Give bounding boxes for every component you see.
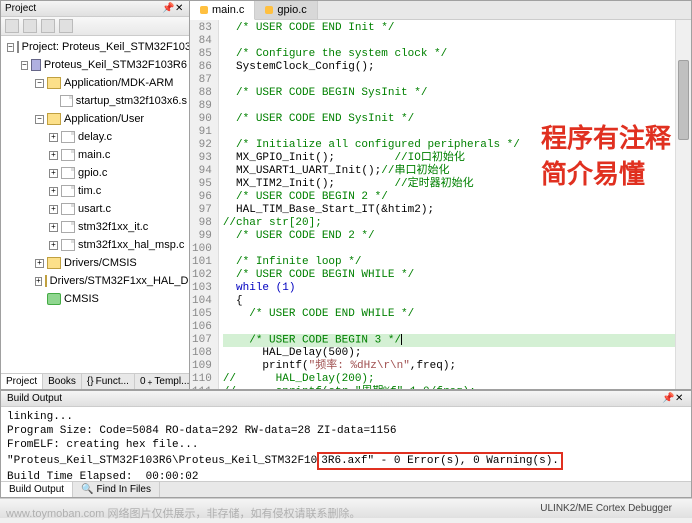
pin-icon[interactable]: 📌 bbox=[662, 393, 672, 403]
file-icon bbox=[61, 221, 75, 233]
tree-file[interactable]: +tim.c bbox=[3, 182, 187, 200]
toolbar-btn[interactable] bbox=[23, 19, 37, 33]
tab-build-output[interactable]: Build Output bbox=[1, 482, 73, 497]
project-sidebar: Project 📌 ✕ −Project: Proteus_Keil_STM32… bbox=[0, 0, 190, 390]
tree-file[interactable]: +main.c bbox=[3, 146, 187, 164]
sidebar-title: Project bbox=[5, 3, 36, 14]
toolbar-btn[interactable] bbox=[59, 19, 73, 33]
tab-templates[interactable]: 0+ Templ... bbox=[135, 374, 195, 389]
editor-tab-main[interactable]: main.c bbox=[190, 1, 255, 20]
file-icon bbox=[200, 6, 208, 14]
folder-icon bbox=[47, 77, 61, 89]
tree-target[interactable]: −Proteus_Keil_STM32F103R6 bbox=[3, 56, 187, 74]
tree-file[interactable]: +stm32f1xx_it.c bbox=[3, 218, 187, 236]
sidebar-header: Project 📌 ✕ bbox=[1, 1, 189, 17]
tree-cmsis[interactable]: CMSIS bbox=[3, 290, 187, 308]
project-icon bbox=[17, 41, 19, 53]
tree-group[interactable]: +Drivers/CMSIS bbox=[3, 254, 187, 272]
file-icon bbox=[61, 203, 75, 215]
toolbar-btn[interactable] bbox=[41, 19, 55, 33]
close-icon[interactable]: ✕ bbox=[675, 393, 685, 403]
tab-find-in-files[interactable]: 🔍 Find In Files bbox=[73, 482, 160, 497]
watermark: www.toymoban.com 网络图片仅供展示，非存储，如有侵权请联系删除。 bbox=[6, 505, 360, 521]
tree-group[interactable]: −Application/MDK-ARM bbox=[3, 74, 187, 92]
file-icon bbox=[61, 131, 75, 143]
line-gutter: 8384858687888990919293949596979899100101… bbox=[190, 20, 219, 389]
file-icon bbox=[265, 6, 273, 14]
cmsis-icon bbox=[47, 293, 61, 305]
file-icon bbox=[61, 239, 75, 251]
tab-project[interactable]: Project bbox=[1, 374, 43, 389]
file-icon bbox=[61, 167, 75, 179]
editor-tab-gpio[interactable]: gpio.c bbox=[255, 1, 317, 19]
tab-functions[interactable]: {} Funct... bbox=[82, 374, 135, 389]
tree-group[interactable]: −Application/User bbox=[3, 110, 187, 128]
tab-books[interactable]: Books bbox=[43, 374, 82, 389]
tree-file[interactable]: +gpio.c bbox=[3, 164, 187, 182]
code-content[interactable]: /* USER CODE END Init */ /* Configure th… bbox=[219, 20, 691, 389]
debugger-status: ULINK2/ME Cortex Debugger bbox=[540, 503, 672, 514]
tree-file[interactable]: +usart.c bbox=[3, 200, 187, 218]
toolbar-btn[interactable] bbox=[5, 19, 19, 33]
folder-icon bbox=[47, 113, 61, 125]
editor-area: main.c gpio.c 83848586878889909192939495… bbox=[190, 0, 692, 390]
pin-icon[interactable]: 📌 bbox=[162, 3, 172, 13]
sidebar-tabs: Project Books {} Funct... 0+ Templ... bbox=[1, 373, 189, 389]
tree-file[interactable]: +stm32f1xx_hal_msp.c bbox=[3, 236, 187, 254]
vertical-scrollbar[interactable] bbox=[675, 20, 691, 389]
folder-icon bbox=[45, 275, 47, 287]
build-output-text[interactable]: linking... Program Size: Code=5084 RO-da… bbox=[1, 407, 691, 481]
tree-file[interactable]: startup_stm32f103x6.s bbox=[3, 92, 187, 110]
file-icon bbox=[61, 185, 75, 197]
editor-tabs: main.c gpio.c bbox=[190, 1, 691, 20]
file-icon bbox=[61, 149, 75, 161]
build-output-panel: Build Output 📌 ✕ linking... Program Size… bbox=[0, 390, 692, 498]
file-icon bbox=[60, 95, 73, 107]
target-icon bbox=[31, 59, 41, 71]
code-editor[interactable]: 8384858687888990919293949596979899100101… bbox=[190, 20, 691, 389]
tree-file[interactable]: +delay.c bbox=[3, 128, 187, 146]
build-header: Build Output 📌 ✕ bbox=[1, 391, 691, 407]
sidebar-toolbar bbox=[1, 17, 189, 36]
tree-root[interactable]: −Project: Proteus_Keil_STM32F103R6 bbox=[3, 38, 187, 56]
close-icon[interactable]: ✕ bbox=[175, 3, 185, 13]
tree-group[interactable]: +Drivers/STM32F1xx_HAL_Driver bbox=[3, 272, 187, 290]
project-tree[interactable]: −Project: Proteus_Keil_STM32F103R6 −Prot… bbox=[1, 36, 189, 373]
folder-icon bbox=[47, 257, 61, 269]
scrollbar-thumb[interactable] bbox=[678, 60, 689, 140]
build-tabs: Build Output 🔍 Find In Files bbox=[1, 481, 691, 497]
